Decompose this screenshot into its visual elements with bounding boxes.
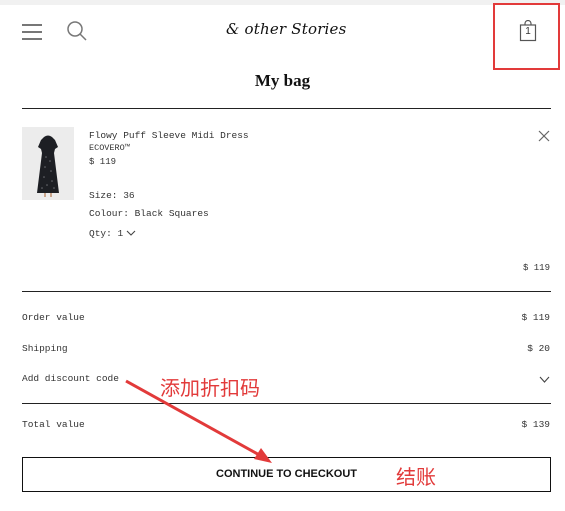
menu-icon[interactable] <box>22 24 42 40</box>
chevron-down-icon[interactable] <box>539 376 550 383</box>
shopping-bag-icon[interactable]: 1 <box>519 20 537 42</box>
brand-logo[interactable]: & other Stories <box>226 20 347 38</box>
discount-annotation: 添加折扣码 <box>160 376 260 400</box>
product-material: ECOVERO™ <box>89 143 130 153</box>
product-size: Size: 36 <box>89 190 135 201</box>
top-bar <box>0 0 565 5</box>
shipping-value: $ 20 <box>527 343 550 354</box>
quantity-selector[interactable]: Qty: 1 <box>89 227 136 240</box>
bag-count: 1 <box>525 26 531 37</box>
divider <box>22 291 551 292</box>
product-price: $ 119 <box>89 157 117 167</box>
page-title: My bag <box>254 71 311 90</box>
add-discount-code-toggle[interactable]: Add discount code <box>22 373 119 384</box>
order-value-label: Order value <box>22 312 85 323</box>
product-colour: Colour: Black Squares <box>89 208 209 219</box>
close-icon[interactable] <box>538 129 550 142</box>
shipping-label: Shipping <box>22 343 68 354</box>
order-value: $ 119 <box>521 312 550 323</box>
total-value-label: Total value <box>22 419 85 430</box>
search-icon[interactable] <box>66 20 88 42</box>
item-line-total: $ 119 <box>522 263 550 273</box>
quantity-label: Qty: 1 <box>89 228 124 239</box>
product-name[interactable]: Flowy Puff Sleeve Midi Dress <box>89 129 249 142</box>
chevron-down-icon <box>126 231 136 237</box>
divider <box>22 403 551 404</box>
divider <box>22 108 551 109</box>
product-thumbnail[interactable] <box>22 127 74 200</box>
checkout-annotation: 结账 <box>396 465 436 489</box>
continue-to-checkout-button[interactable]: CONTINUE TO CHECKOUT <box>22 457 551 492</box>
total-value: $ 139 <box>521 419 550 430</box>
